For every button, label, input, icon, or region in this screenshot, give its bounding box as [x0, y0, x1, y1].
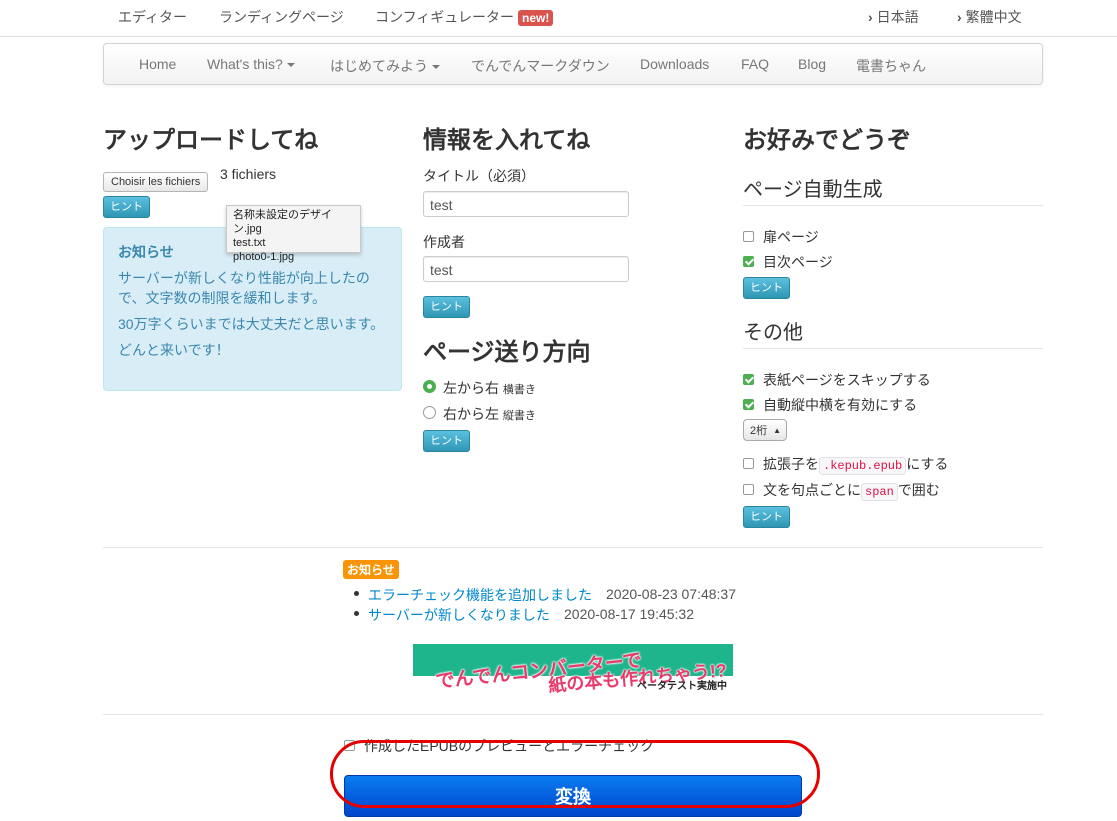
- annotation-highlight-circle: [330, 740, 820, 808]
- kepub-prefix: 拡張子を: [763, 456, 819, 472]
- author-input[interactable]: test: [423, 256, 629, 282]
- other-hint-button[interactable]: ヒント: [743, 506, 790, 528]
- ltr-sub: 横書き: [502, 384, 536, 396]
- lang-label: 日本語: [876, 9, 919, 25]
- notice-line: どんと来いです！: [118, 342, 230, 358]
- radio-ltr[interactable]: [423, 380, 436, 393]
- nav-faq[interactable]: FAQ: [741, 56, 769, 72]
- radio-rtl[interactable]: [423, 406, 436, 419]
- span-suffix: で囲む: [897, 482, 940, 498]
- nav-home[interactable]: Home: [139, 56, 176, 72]
- tcy-label: 自動縦中横を有効にする: [763, 397, 918, 413]
- divider: [743, 348, 1043, 349]
- ltr-text: 左から右: [443, 380, 499, 396]
- nav-label: What's this?: [207, 56, 283, 72]
- promo-banner[interactable]: でんでんコンバーターで 紙の本も作れちゃう!? ベータテスト実施中: [413, 644, 733, 694]
- tooltip-file: test.txt: [233, 237, 266, 249]
- file-list-tooltip: 名称未設定のデザイン.jpg test.txt photo0-1.jpg: [226, 205, 361, 263]
- autogen-hint-button[interactable]: ヒント: [743, 277, 790, 299]
- top-bar: エディター ランディングページ コンフィギュレーター new! › 日本語 › 繁體中…: [0, 0, 1117, 37]
- kepub-suffix: にする: [906, 456, 949, 472]
- span-code: span: [861, 483, 898, 501]
- bullet: [354, 591, 359, 596]
- caret-down-icon: [432, 65, 440, 70]
- span-prefix: 文を句点ごとに: [763, 482, 861, 498]
- notice-line: 30万字くらいまでは大丈夫だと思います。: [118, 316, 385, 332]
- info-heading: 情報を入れてね: [423, 127, 591, 154]
- section-divider: [103, 547, 1043, 548]
- nav-label: はじめてみよう: [330, 58, 428, 74]
- kepub-checkbox[interactable]: [743, 458, 754, 469]
- tcy-checkbox[interactable]: [743, 399, 754, 410]
- rtl-label: 右から左 縦書き: [443, 404, 536, 424]
- skip-cover-checkbox[interactable]: [743, 374, 754, 385]
- prefs-heading: お好みでどうぞ: [743, 127, 911, 154]
- rtl-sub: 縦書き: [502, 410, 536, 422]
- title-page-checkbox[interactable]: [743, 231, 754, 242]
- select-value: 2桁: [750, 425, 768, 437]
- rtl-text: 右から左: [443, 406, 499, 422]
- tooltip-file: photo0-1.jpg: [233, 251, 295, 263]
- lang-label: 繁體中文: [965, 9, 1022, 25]
- top-link-editor[interactable]: エディター: [118, 7, 187, 27]
- author-label: 作成者: [423, 234, 465, 250]
- notice-line: サーバーが新しくなり性能が向上したので、文字数の制限を緩和します。: [118, 270, 370, 306]
- nav-denshochan[interactable]: 電書ちゃん: [856, 56, 926, 76]
- divider: [743, 205, 1043, 206]
- title-page-label: 扉ページ: [763, 229, 819, 245]
- autogen-heading: ページ自動生成: [743, 179, 883, 201]
- upload-hint-button[interactable]: ヒント: [103, 196, 150, 218]
- news-link[interactable]: エラーチェック機能を追加しました: [368, 585, 592, 605]
- nav-blog[interactable]: Blog: [798, 56, 826, 72]
- main-navbar: Home What's this? はじめてみよう でんでんマークダウン Dow…: [103, 43, 1043, 85]
- ltr-label: 左から右 横書き: [443, 378, 536, 398]
- direction-hint-button[interactable]: ヒント: [423, 430, 470, 452]
- news-badge: お知らせ: [343, 560, 399, 579]
- nav-whats-this[interactable]: What's this?: [207, 56, 295, 72]
- kepub-code: .kepub.epub: [819, 457, 907, 475]
- nav-denden-markdown[interactable]: でんでんマークダウン: [471, 56, 610, 76]
- news-date: 2020-08-17 19:45:32: [564, 606, 694, 622]
- nav-downloads[interactable]: Downloads: [640, 56, 709, 72]
- lang-traditional-chinese[interactable]: › 繁體中文: [957, 7, 1022, 27]
- configurator-label: コンフィギュレーター: [375, 9, 515, 25]
- lang-japanese[interactable]: › 日本語: [868, 7, 919, 27]
- news-date: 2020-08-23 07:48:37: [606, 586, 736, 602]
- nav-getting-started[interactable]: はじめてみよう: [330, 56, 440, 76]
- tcy-digits-select[interactable]: 2桁 ▲: [743, 419, 787, 441]
- section-divider: [103, 714, 1043, 715]
- file-count: 3 fichiers: [220, 166, 277, 182]
- info-hint-button[interactable]: ヒント: [423, 296, 470, 318]
- toc-page-checkbox[interactable]: [743, 256, 754, 267]
- new-badge: new!: [518, 10, 554, 26]
- top-link-landing[interactable]: ランディングページ: [219, 7, 344, 27]
- upload-heading: アップロードしてね: [103, 127, 319, 154]
- span-checkbox[interactable]: [743, 484, 754, 495]
- span-label: 文を句点ごとに span で囲む: [763, 480, 940, 501]
- banner-line3: ベータテスト実施中: [637, 681, 727, 692]
- other-heading: その他: [743, 322, 803, 344]
- news-link[interactable]: サーバーが新しくなりました: [368, 605, 550, 625]
- title-label: タイトル（必須）: [423, 168, 535, 184]
- chevron-right-icon: ›: [868, 9, 873, 25]
- chevron-right-icon: ›: [957, 9, 962, 25]
- kepub-label: 拡張子を .kepub.epub にする: [763, 454, 949, 475]
- toc-page-label: 目次ページ: [763, 254, 833, 270]
- top-link-configurator[interactable]: コンフィギュレーター new!: [375, 7, 554, 27]
- title-input[interactable]: test: [423, 191, 629, 217]
- select-arrows-icon: ▲: [773, 426, 781, 435]
- caret-down-icon: [286, 63, 295, 68]
- tooltip-file: 名称未設定のデザイン.jpg: [233, 209, 332, 235]
- direction-heading: ページ送り方向: [423, 339, 591, 366]
- skip-cover-label: 表紙ページをスキップする: [763, 372, 931, 388]
- choose-files-button[interactable]: Choisir les fichiers: [103, 172, 209, 192]
- bullet: [354, 611, 359, 616]
